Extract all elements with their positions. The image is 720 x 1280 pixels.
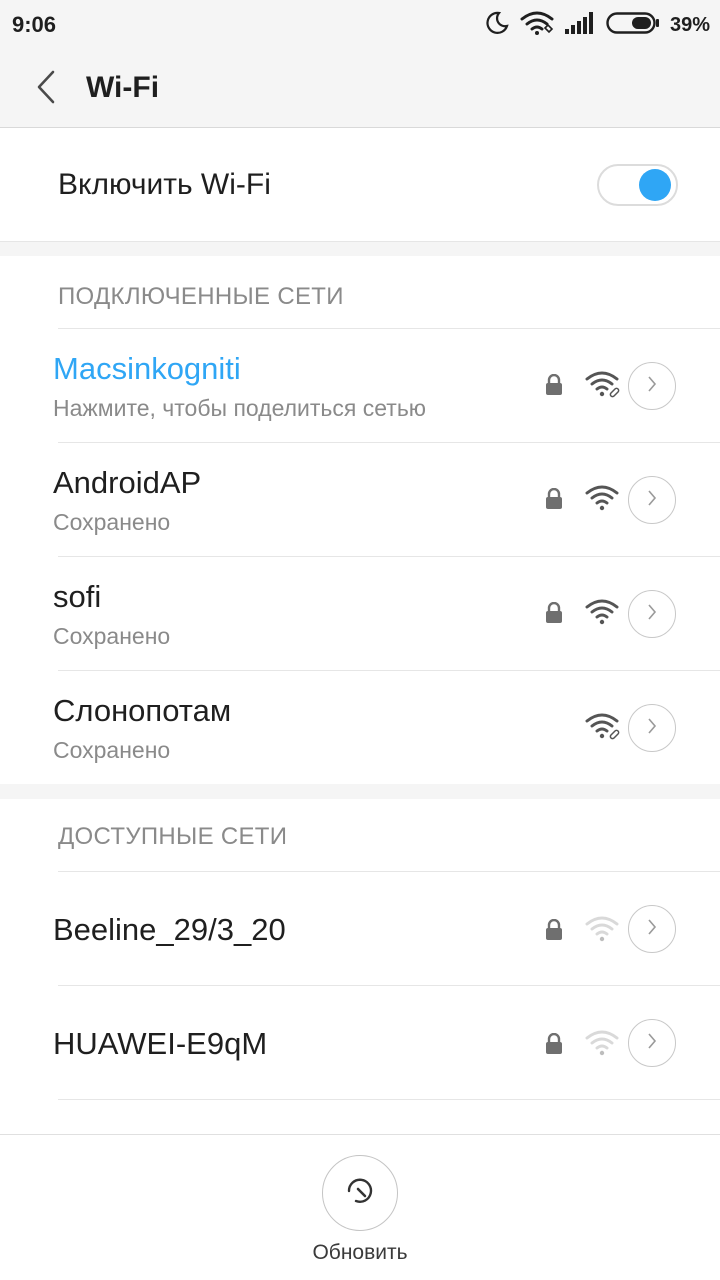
- network-row-slonopotam[interactable]: Слонопотам Сохранено: [0, 671, 720, 784]
- wifi-signal-shared-icon: [584, 369, 624, 404]
- network-name: HUAWEI-E9qM: [53, 1026, 268, 1061]
- network-row-sofi[interactable]: sofi Сохранено: [0, 557, 720, 671]
- network-status: Сохранено: [53, 623, 171, 649]
- battery-icon: [606, 11, 660, 40]
- network-details-button[interactable]: [628, 905, 676, 953]
- lock-icon: [545, 601, 563, 629]
- wifi-toggle-knob: [639, 169, 671, 201]
- network-details-button[interactable]: [628, 704, 676, 752]
- lock-icon: [545, 373, 563, 401]
- battery-percent: 39%: [669, 13, 710, 36]
- chevron-right-icon: [646, 1032, 658, 1055]
- network-row-macsinkogniti[interactable]: Macsinkogniti Нажмите, чтобы поделиться …: [0, 329, 720, 443]
- app-bar: Wi-Fi: [0, 50, 720, 128]
- network-name: AndroidAP: [53, 465, 202, 500]
- refresh-button[interactable]: [322, 1155, 398, 1231]
- status-time: 9:06: [12, 12, 57, 37]
- network-name: Macsinkogniti: [53, 351, 241, 386]
- wifi-signal-weak-icon: [584, 914, 624, 949]
- network-details-button[interactable]: [628, 590, 676, 638]
- back-button[interactable]: [26, 67, 66, 111]
- network-status: Сохранено: [53, 509, 171, 535]
- section-header-available: ДОСТУПНЫЕ СЕТИ: [58, 823, 288, 850]
- chevron-right-icon: [646, 717, 658, 740]
- status-bar: 9:06 39%: [0, 0, 720, 50]
- wifi-status-icon: [520, 10, 554, 41]
- page-title: Wi-Fi: [86, 71, 160, 104]
- network-name: Beeline_29/3_20: [53, 912, 286, 947]
- section-gap: [0, 784, 720, 799]
- network-status: Нажмите, чтобы поделиться сетью: [53, 395, 427, 421]
- lock-icon: [545, 918, 563, 946]
- chevron-right-icon: [646, 375, 658, 398]
- network-details-button[interactable]: [628, 476, 676, 524]
- wifi-signal-weak-icon: [584, 1028, 624, 1063]
- section-header-connected: ПОДКЛЮЧЕННЫЕ СЕТИ: [58, 283, 344, 310]
- chevron-left-icon: [34, 69, 58, 110]
- network-name: Слонопотам: [53, 693, 232, 728]
- lock-icon: [545, 1032, 563, 1060]
- network-row-beeline[interactable]: Beeline_29/3_20: [0, 872, 720, 986]
- status-icons: 39%: [484, 9, 710, 41]
- moon-icon: [484, 10, 510, 41]
- divider: [58, 1099, 720, 1100]
- network-row-androidap[interactable]: AndroidAP Сохранено: [0, 443, 720, 557]
- chevron-right-icon: [646, 603, 658, 626]
- wifi-signal-icon: [584, 483, 624, 518]
- lock-icon: [545, 487, 563, 515]
- chevron-right-icon: [646, 918, 658, 941]
- network-details-button[interactable]: [628, 362, 676, 410]
- section-gap: [0, 242, 720, 256]
- available-networks-section: ДОСТУПНЫЕ СЕТИ Beeline_29/3_20 HUAWEI-E9…: [0, 799, 720, 1134]
- refresh-icon: [343, 1174, 377, 1213]
- network-status: Сохранено: [53, 737, 171, 763]
- connected-networks-section: ПОДКЛЮЧЕННЫЕ СЕТИ Macsinkogniti Нажмите,…: [0, 256, 720, 784]
- wifi-signal-icon: [584, 597, 624, 632]
- refresh-label: Обновить: [312, 1241, 408, 1264]
- wifi-toggle-label: Включить Wi-Fi: [58, 168, 271, 201]
- chevron-right-icon: [646, 489, 658, 512]
- signal-icon: [564, 11, 596, 40]
- network-details-button[interactable]: [628, 1019, 676, 1067]
- network-row-huawei[interactable]: HUAWEI-E9qM: [0, 986, 720, 1100]
- wifi-signal-shared-icon: [584, 711, 624, 746]
- network-name: sofi: [53, 579, 102, 614]
